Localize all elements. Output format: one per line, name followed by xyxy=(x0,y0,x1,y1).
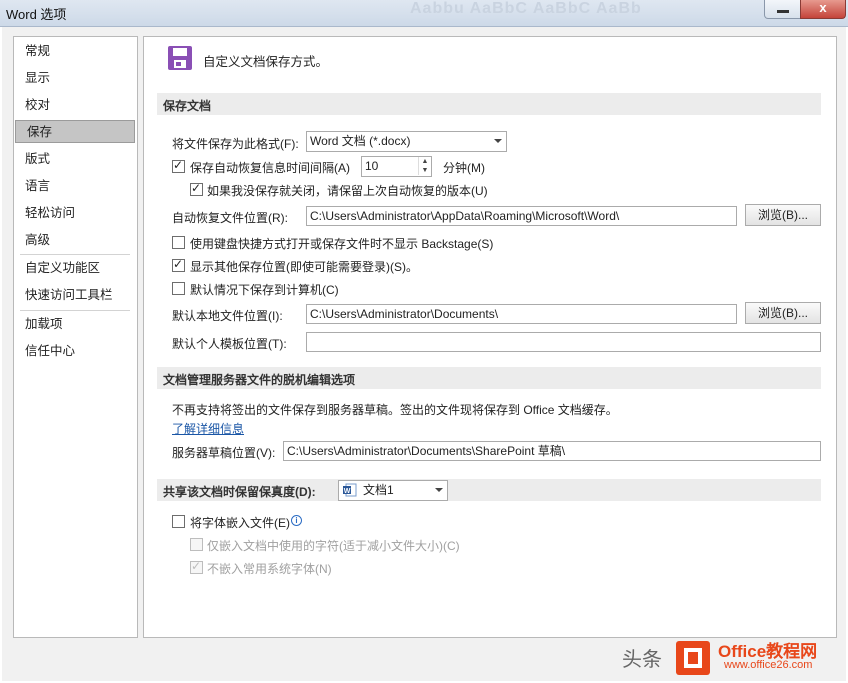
save-to-computer-checkbox[interactable] xyxy=(172,282,185,295)
nav-item-customize-ribbon[interactable]: 自定义功能区 xyxy=(14,257,135,280)
nav-item-quick-access[interactable]: 快速访问工具栏 xyxy=(14,284,135,307)
section-header-offline: 文档管理服务器文件的脱机编辑选项 xyxy=(157,367,821,389)
save-disk-icon xyxy=(168,46,192,70)
keep-version-label: 如果我没保存就关闭，请保留上次自动恢复的版本(U) xyxy=(207,184,488,198)
background-ribbon-ghost: Aabbu AaBbC AaBbC AaBb xyxy=(410,0,642,17)
nav-divider xyxy=(20,310,130,311)
nav-item-general[interactable]: 常规 xyxy=(14,40,135,63)
section-header-save: 保存文档 xyxy=(157,93,821,115)
no-backstage-label: 使用键盘快捷方式打开或保存文件时不显示 Backstage(S) xyxy=(190,237,494,251)
autorecover-label: 保存自动恢复信息时间间隔(A) xyxy=(190,161,350,175)
spinner-arrows-icon[interactable]: ▲ ▼ xyxy=(418,157,431,175)
browse-local-button[interactable]: 浏览(B)... xyxy=(745,302,821,324)
section-title: 保存文档 xyxy=(163,99,212,113)
drafts-location-input[interactable]: C:\Users\Administrator\Documents\SharePo… xyxy=(283,441,821,461)
watermark-toutiao-text: 头条 xyxy=(622,649,662,671)
nav-item-layout[interactable]: 版式 xyxy=(14,148,135,171)
autorecover-location-input[interactable]: C:\Users\Administrator\AppData\Roaming\M… xyxy=(306,206,737,226)
template-location-input[interactable] xyxy=(306,332,821,352)
chevron-down-icon xyxy=(435,488,443,492)
window-title: Word 选项 xyxy=(6,7,67,22)
minimize-icon xyxy=(777,10,789,13)
format-value: Word 文档 (*.docx) xyxy=(310,134,411,148)
format-dropdown[interactable]: Word 文档 (*.docx) xyxy=(306,131,507,152)
learn-more-link[interactable]: 了解详细信息 xyxy=(172,420,244,437)
watermark-url: www.office26.com xyxy=(724,659,813,671)
keep-version-checkbox[interactable] xyxy=(190,181,203,196)
autorecover-checkbox[interactable] xyxy=(172,158,185,173)
nav-item-display[interactable]: 显示 xyxy=(14,67,135,90)
embed-fonts-label: 将字体嵌入文件(E) xyxy=(190,516,290,530)
close-button[interactable]: x xyxy=(800,0,846,19)
watermark-overlay: 头条 Office教程网 www.office26.com xyxy=(614,633,844,679)
info-icon[interactable]: i xyxy=(291,515,302,526)
no-backstage-checkbox[interactable] xyxy=(172,236,185,249)
embed-fonts-checkbox[interactable] xyxy=(172,515,185,528)
no-common-fonts-label: 不嵌入常用系统字体(N) xyxy=(207,562,332,576)
embed-used-chars-label: 仅嵌入文档中使用的字符(适于减小文件大小)(C) xyxy=(207,539,460,553)
autorecover-minutes-spinner[interactable]: 10 ▲ ▼ xyxy=(361,156,432,177)
page-header: 自定义文档保存方式。 xyxy=(203,55,329,69)
nav-item-addins[interactable]: 加载项 xyxy=(14,313,135,336)
chevron-down-icon xyxy=(494,139,502,143)
browse-autorecover-button[interactable]: 浏览(B)... xyxy=(745,204,821,226)
nav-item-proofing[interactable]: 校对 xyxy=(14,94,135,117)
nav-item-advanced[interactable]: 高级 xyxy=(14,229,135,252)
embed-used-chars-checkbox xyxy=(190,538,203,551)
nav-item-trust-center[interactable]: 信任中心 xyxy=(14,340,135,363)
nav-item-language[interactable]: 语言 xyxy=(14,175,135,198)
section-title: 共享该文档时保留保真度(D): xyxy=(163,485,316,499)
svg-text:W: W xyxy=(344,488,351,495)
fidelity-document-value: 文档1 xyxy=(363,483,394,497)
nav-item-accessibility[interactable]: 轻松访问 xyxy=(14,202,135,225)
autorecover-location-label: 自动恢复文件位置(R): xyxy=(172,211,288,225)
fidelity-document-dropdown[interactable]: W 文档1 xyxy=(338,480,448,501)
local-location-label: 默认本地文件位置(I): xyxy=(172,309,283,323)
nav-item-save[interactable]: 保存 xyxy=(15,120,135,143)
drafts-location-label: 服务器草稿位置(V): xyxy=(172,446,276,460)
section-title: 文档管理服务器文件的脱机编辑选项 xyxy=(163,373,356,387)
minutes-value: 10 xyxy=(365,159,379,173)
options-nav: 常规 显示 校对 保存 版式 语言 轻松访问 高级 自定义功能区 快速访问工具栏… xyxy=(13,36,138,638)
save-to-computer-label: 默认情况下保存到计算机(C) xyxy=(190,283,339,297)
show-locations-label: 显示其他保存位置(即使可能需要登录)(S)。 xyxy=(190,260,418,274)
no-common-fonts-checkbox xyxy=(190,559,203,574)
section-header-fidelity: 共享该文档时保留保真度(D): xyxy=(157,479,821,501)
offline-notice: 不再支持将签出的文件保存到服务器草稿。签出的文件现将保存到 Office 文档缓… xyxy=(172,403,618,417)
minutes-label: 分钟(M) xyxy=(443,161,485,175)
show-locations-checkbox[interactable] xyxy=(172,257,185,272)
local-location-input[interactable]: C:\Users\Administrator\Documents\ xyxy=(306,304,737,324)
nav-divider xyxy=(20,254,130,255)
format-label: 将文件保存为此格式(F): xyxy=(172,137,299,151)
minimize-button[interactable] xyxy=(764,0,802,19)
word-document-icon: W xyxy=(343,483,357,497)
office-logo-icon xyxy=(676,641,710,675)
template-location-label: 默认个人模板位置(T): xyxy=(172,337,287,351)
